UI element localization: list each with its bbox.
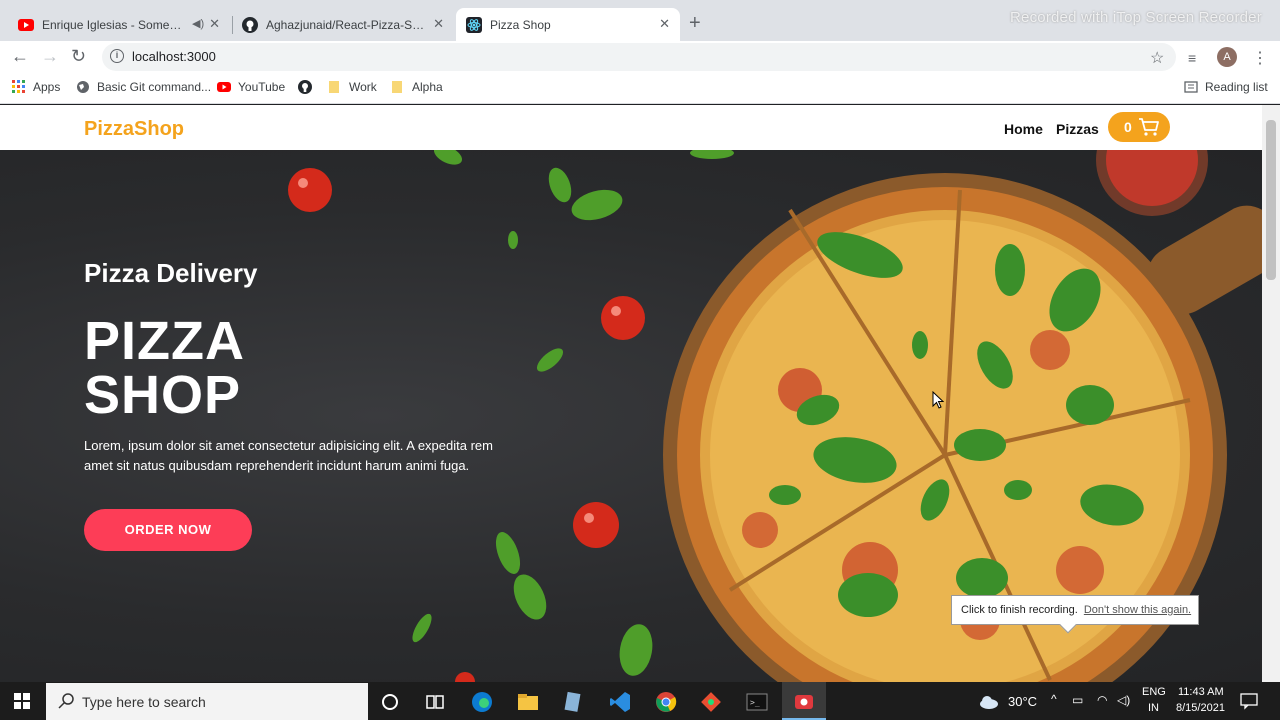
task-view-icon[interactable]	[424, 691, 446, 713]
windows-taskbar: Type here to search >_ 30°C ^ ▭ ◠ ◁) ENG…	[0, 682, 1280, 720]
order-now-button[interactable]: ORDER NOW	[84, 509, 252, 551]
hero-title: PIZZA SHOP	[84, 314, 245, 422]
bookmark-star-icon[interactable]: ☆	[1150, 48, 1164, 68]
youtube-icon	[18, 17, 34, 33]
mouse-cursor-icon	[932, 391, 944, 409]
terminal-icon[interactable]: >_	[746, 691, 768, 713]
windows-start-icon[interactable]	[14, 693, 30, 709]
cart-icon	[1139, 118, 1159, 136]
close-tab-icon[interactable]: ✕	[209, 16, 220, 32]
screen-recorder-icon[interactable]	[793, 691, 815, 713]
volume-icon[interactable]: ◁)	[1117, 693, 1130, 707]
nav-pizzas-link[interactable]: Pizzas	[1056, 121, 1099, 137]
profile-avatar[interactable]: A	[1217, 47, 1237, 67]
site-info-icon[interactable]: i	[110, 49, 124, 63]
url-text[interactable]: localhost:3000	[132, 49, 216, 64]
react-icon	[466, 16, 482, 33]
bookmark-git-commands[interactable]: Basic Git command...	[76, 80, 211, 94]
back-icon[interactable]: ←	[11, 46, 29, 67]
reading-mode-icon[interactable]: ≡	[1188, 50, 1196, 66]
battery-icon[interactable]: ▭	[1072, 693, 1083, 707]
hero-description: Lorem, ipsum dolor sit amet consectetur …	[84, 438, 493, 473]
bookmark-label: YouTube	[238, 80, 286, 94]
bookmark-folder-alpha[interactable]: Alpha	[391, 80, 443, 94]
address-bar[interactable]: i localhost:3000	[102, 43, 1176, 71]
wifi-icon[interactable]: ◠	[1097, 693, 1107, 707]
temperature[interactable]: 30°C	[1008, 694, 1037, 709]
bookmark-label: Alpha	[412, 80, 443, 94]
tab-title: Pizza Shop	[490, 17, 551, 32]
edge-icon[interactable]	[471, 691, 493, 713]
new-tab-icon[interactable]: +	[689, 12, 701, 35]
reload-icon[interactable]: ↻	[71, 46, 86, 67]
bookmark-youtube[interactable]: YouTube	[217, 80, 285, 94]
cart-button[interactable]: 0	[1108, 112, 1170, 142]
recording-watermark: Recorded with iTop Screen Recorder	[1010, 9, 1262, 26]
hero-subtitle: Pizza Delivery	[84, 258, 258, 288]
reading-list-button[interactable]: Reading list	[1184, 80, 1268, 94]
notes-app-icon[interactable]	[562, 691, 584, 713]
page-scrollbar[interactable]	[1262, 105, 1280, 682]
github-icon	[242, 16, 258, 33]
bookmark-apps[interactable]: Apps	[12, 80, 60, 94]
weather-cloud-icon[interactable]	[978, 691, 1000, 713]
close-tab-icon[interactable]: ✕	[659, 16, 670, 32]
chrome-icon[interactable]	[655, 691, 677, 713]
bookmark-label: Basic Git command...	[97, 80, 212, 94]
clock-time[interactable]: 11:43 AM	[1178, 686, 1224, 698]
notifications-icon[interactable]	[1240, 692, 1258, 710]
tab-strip: Enrique Iglesias - Somebody ◀) ✕ Aghazju…	[0, 0, 1280, 41]
folder-icon	[392, 81, 402, 93]
bookmark-github[interactable]	[298, 80, 319, 94]
speaker-icon[interactable]: ◀)	[192, 17, 204, 30]
site-navbar: PizzaShop Home Pizzas 0	[0, 105, 1262, 150]
hero-title-line-1: PIZZA	[84, 311, 245, 371]
forward-icon[interactable]: →	[41, 46, 59, 67]
svg-text:>_: >_	[750, 698, 760, 707]
tooltip-message: Click to finish recording.	[961, 604, 1078, 616]
github-icon	[298, 80, 312, 94]
browser-toolbar: ← → ↻ i localhost:3000 ☆ ≡ A ⋮	[0, 41, 1280, 73]
tab-youtube[interactable]: Enrique Iglesias - Somebody ◀) ✕	[8, 8, 230, 41]
git-kraken-icon[interactable]	[700, 691, 722, 713]
reading-list-icon	[1184, 81, 1198, 93]
file-explorer-icon[interactable]	[517, 691, 539, 713]
scrollbar-thumb[interactable]	[1266, 120, 1276, 280]
taskbar-search-box[interactable]: Type here to search	[46, 683, 368, 720]
show-hidden-icons-chevron-icon[interactable]: ^	[1051, 692, 1057, 706]
vscode-icon[interactable]	[609, 691, 631, 713]
recorder-tooltip[interactable]: Click to finish recording. Don't show th…	[951, 595, 1199, 634]
region-indicator[interactable]: IN	[1148, 702, 1159, 714]
cart-count: 0	[1124, 119, 1132, 135]
bookmark-label: Work	[349, 80, 377, 94]
clock-date[interactable]: 8/15/2021	[1176, 702, 1225, 714]
youtube-icon	[217, 82, 231, 92]
bookmark-label: Apps	[33, 80, 61, 94]
folder-icon	[329, 81, 339, 93]
dont-show-again-link[interactable]: Don't show this again.	[1084, 604, 1191, 616]
bookmarks-bar: Apps Basic Git command... YouTube Work A…	[0, 73, 1280, 104]
hero-title-line-2: SHOP	[84, 365, 242, 425]
nav-home-link[interactable]: Home	[1004, 121, 1043, 137]
search-icon	[58, 693, 74, 709]
menu-kebab-icon[interactable]: ⋮	[1252, 48, 1268, 68]
apps-grid-icon	[12, 80, 25, 93]
globe-icon	[77, 81, 89, 93]
search-placeholder: Type here to search	[82, 694, 206, 710]
reading-list-label: Reading list	[1205, 80, 1268, 94]
tab-github[interactable]: Aghazjunaid/React-Pizza-Shop ✕	[232, 8, 454, 41]
tab-title: Enrique Iglesias - Somebody	[42, 17, 182, 32]
close-tab-icon[interactable]: ✕	[433, 16, 444, 32]
bookmark-folder-work[interactable]: Work	[328, 80, 377, 94]
site-logo[interactable]: PizzaShop	[84, 118, 184, 141]
tab-title: Aghazjunaid/React-Pizza-Shop	[266, 17, 426, 32]
tab-pizza-shop[interactable]: Pizza Shop ✕	[456, 8, 680, 41]
cortana-icon[interactable]	[379, 691, 401, 713]
language-indicator[interactable]: ENG	[1142, 686, 1166, 698]
